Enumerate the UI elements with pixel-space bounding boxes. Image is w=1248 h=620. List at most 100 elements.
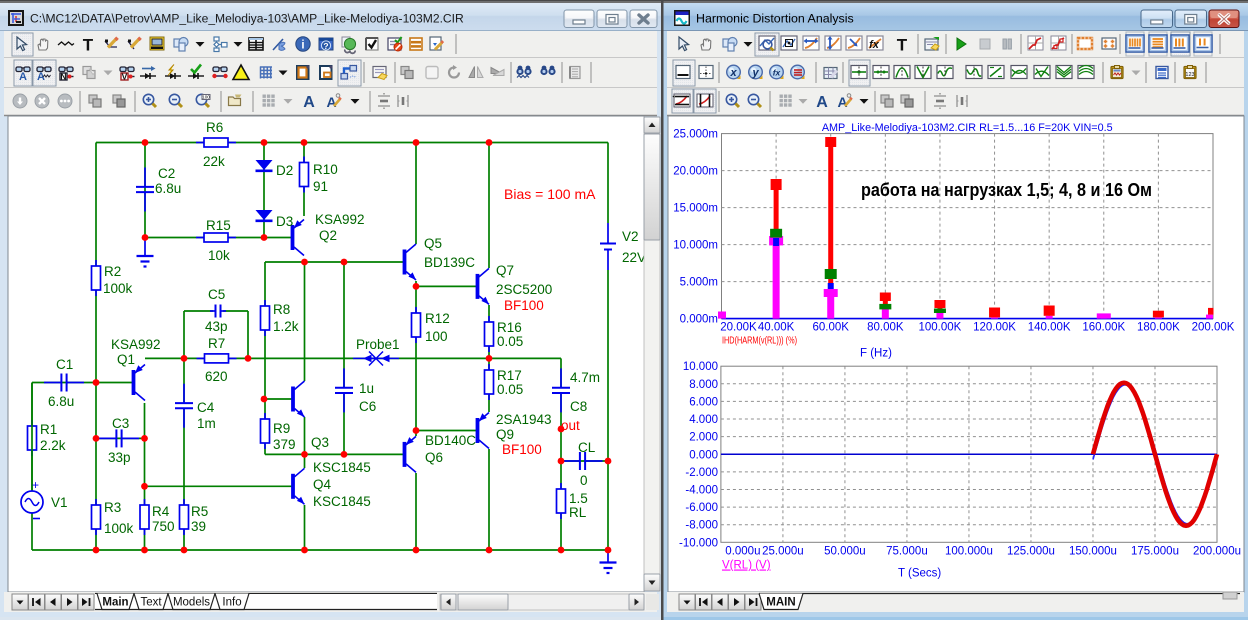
svg-text:100k: 100k xyxy=(103,281,133,296)
svg-text:R1: R1 xyxy=(40,422,57,437)
svg-text:1.5: 1.5 xyxy=(569,491,588,506)
svg-text:25.000m: 25.000m xyxy=(673,129,718,141)
svg-text:A: A xyxy=(837,94,847,110)
svg-text:39: 39 xyxy=(191,519,206,534)
svg-text:R8: R8 xyxy=(273,302,290,317)
svg-text:fx: fx xyxy=(773,68,782,78)
svg-text:V(RL) (V): V(RL) (V) xyxy=(722,560,771,572)
svg-text:Q5: Q5 xyxy=(424,236,442,251)
svg-text:i: i xyxy=(301,40,304,52)
svg-text:0.05: 0.05 xyxy=(497,382,523,397)
svg-text:100: 100 xyxy=(202,95,210,100)
svg-text:Main: Main xyxy=(102,597,128,609)
svg-text:A: A xyxy=(816,94,828,111)
svg-text:R2: R2 xyxy=(104,264,121,279)
svg-text:+: + xyxy=(32,478,39,492)
svg-text:6.8u: 6.8u xyxy=(155,181,181,196)
svg-text:10k: 10k xyxy=(208,248,230,263)
svg-text:6.8u: 6.8u xyxy=(48,394,74,409)
svg-text:y: y xyxy=(751,67,759,79)
svg-text:C5: C5 xyxy=(208,287,225,302)
svg-text:R5: R5 xyxy=(191,504,208,519)
svg-text:A: A xyxy=(37,71,45,83)
svg-text:100.00K: 100.00K xyxy=(919,322,962,334)
svg-text:379: 379 xyxy=(273,437,296,452)
svg-text:120.00K: 120.00K xyxy=(973,322,1016,334)
svg-text:R17: R17 xyxy=(497,368,522,383)
svg-text:CL: CL xyxy=(578,440,596,455)
svg-text:40.00K: 40.00K xyxy=(758,322,795,334)
svg-text:Q7: Q7 xyxy=(496,263,514,278)
svg-text:25.000u: 25.000u xyxy=(762,546,804,558)
svg-text:KSC1845: KSC1845 xyxy=(313,494,371,509)
svg-text:2.2k: 2.2k xyxy=(40,438,66,453)
svg-text:R7: R7 xyxy=(208,336,225,351)
svg-text:R15: R15 xyxy=(206,218,231,233)
svg-text:A: A xyxy=(326,94,336,110)
svg-text:22k: 22k xyxy=(203,154,225,169)
svg-text:out: out xyxy=(561,418,580,433)
svg-text:60.00K: 60.00K xyxy=(812,322,849,334)
svg-text:C1: C1 xyxy=(56,357,73,372)
svg-text:123: 123 xyxy=(1185,72,1194,78)
svg-text:6.000: 6.000 xyxy=(689,396,718,408)
svg-text:AMP_Like-Melodiya-103M2.CIR RL: AMP_Like-Melodiya-103M2.CIR RL=1.5...16 … xyxy=(822,122,1113,134)
svg-text:100: 100 xyxy=(425,329,448,344)
svg-text:125.000u: 125.000u xyxy=(1007,546,1055,558)
svg-text:R6: R6 xyxy=(206,120,223,135)
svg-text:1.2k: 1.2k xyxy=(273,319,299,334)
svg-text:160.00K: 160.00K xyxy=(1082,322,1125,334)
svg-text:-4.000: -4.000 xyxy=(685,484,718,496)
svg-text:0.000m: 0.000m xyxy=(680,314,718,326)
svg-text:Info: Info xyxy=(222,597,241,609)
svg-text:KSC1845: KSC1845 xyxy=(313,460,371,475)
svg-text:4.7m: 4.7m xyxy=(570,370,600,385)
svg-text:-8.000: -8.000 xyxy=(685,520,718,532)
svg-text:0.000u: 0.000u xyxy=(725,546,760,558)
svg-text:R10: R10 xyxy=(313,162,338,177)
svg-text:BF100: BF100 xyxy=(504,298,544,313)
svg-text:?: ? xyxy=(323,41,328,51)
svg-text:fx: fx xyxy=(869,39,880,51)
svg-text:BD140C: BD140C xyxy=(425,433,476,448)
svg-text:8.000: 8.000 xyxy=(689,379,718,391)
svg-text:R12: R12 xyxy=(425,311,450,326)
svg-text:T: T xyxy=(83,36,94,55)
svg-text:0.05: 0.05 xyxy=(497,334,523,349)
svg-text:R16: R16 xyxy=(497,320,522,335)
svg-text:Q9: Q9 xyxy=(496,427,514,442)
svg-text:A: A xyxy=(303,94,315,111)
svg-text:50.000u: 50.000u xyxy=(824,546,866,558)
svg-text:V1: V1 xyxy=(51,495,68,510)
svg-text:620: 620 xyxy=(205,369,228,384)
svg-text:4.000: 4.000 xyxy=(689,414,718,426)
svg-text:10.000m: 10.000m xyxy=(673,240,718,252)
svg-text:RL: RL xyxy=(569,505,587,520)
svg-text:1u: 1u xyxy=(359,381,374,396)
svg-text:-2.000: -2.000 xyxy=(685,467,718,479)
svg-text:80.00K: 80.00K xyxy=(867,322,904,334)
svg-text:V2: V2 xyxy=(622,229,639,244)
svg-text:Q4: Q4 xyxy=(313,477,332,492)
svg-text:Q2: Q2 xyxy=(319,228,337,243)
svg-text:D3: D3 xyxy=(276,214,293,229)
svg-text:C4: C4 xyxy=(197,400,215,415)
svg-text:T (Secs): T (Secs) xyxy=(898,568,941,580)
svg-text:91: 91 xyxy=(313,179,328,194)
svg-text:2SC5200: 2SC5200 xyxy=(496,282,552,297)
svg-text:V: V xyxy=(122,71,128,81)
svg-text:KSA992: KSA992 xyxy=(111,337,161,352)
svg-text:C6: C6 xyxy=(359,399,376,414)
svg-text:150.000u: 150.000u xyxy=(1069,546,1117,558)
svg-text:x: x xyxy=(729,67,737,79)
svg-text:N: N xyxy=(60,71,66,81)
svg-text:2SA1943: 2SA1943 xyxy=(496,412,552,427)
svg-text:10.000: 10.000 xyxy=(683,361,718,373)
svg-text:MAIN: MAIN xyxy=(766,597,795,609)
svg-text:работа на нагрузках 1,5; 4, 8: работа на нагрузках 1,5; 4, 8 и 16 Ом xyxy=(861,180,1152,200)
svg-text:0.000: 0.000 xyxy=(689,449,718,461)
svg-text:200.000u: 200.000u xyxy=(1193,546,1241,558)
svg-text:100k: 100k xyxy=(104,521,134,536)
svg-text:Harmonic Distortion Analysis: Harmonic Distortion Analysis xyxy=(696,12,854,26)
svg-text:BF100: BF100 xyxy=(502,442,542,457)
